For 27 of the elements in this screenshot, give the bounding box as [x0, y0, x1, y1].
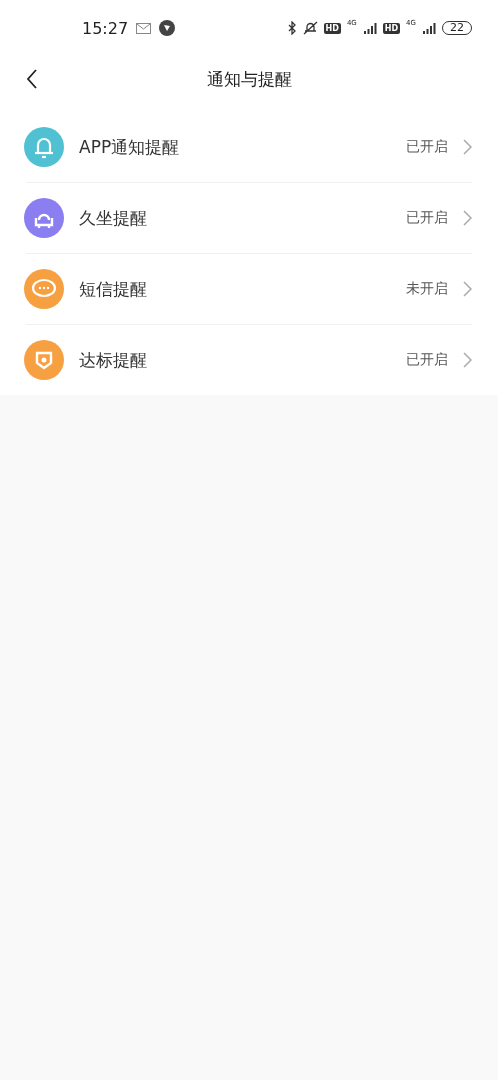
hd-indicator: HD	[323, 22, 341, 34]
row-label: 久坐提醒	[79, 206, 147, 230]
row-status: 已开启	[406, 138, 448, 156]
hd-indicator: HD	[382, 22, 401, 34]
chevron-icon	[463, 210, 472, 226]
app-icon	[159, 20, 176, 36]
row-label: APP通知提醒	[79, 135, 180, 159]
bluetooth-icon	[287, 21, 297, 35]
settings-row[interactable]: APP通知提醒 已开启	[0, 112, 498, 182]
signal-icon	[362, 22, 377, 34]
row-status: 已开启	[406, 209, 448, 227]
signal-icon	[422, 22, 436, 34]
page-title: 通知与提醒	[206, 67, 292, 91]
row-label: 达标提醒	[79, 348, 147, 372]
mail-icon	[136, 22, 152, 34]
back-button[interactable]	[26, 69, 38, 89]
settings-row[interactable]: 久坐提醒 已开启	[0, 183, 498, 253]
chevron-icon	[463, 139, 472, 155]
chevron-icon	[463, 281, 472, 297]
settings-row[interactable]: 短信提醒 未开启	[0, 254, 498, 324]
row-label: 短信提醒	[79, 277, 147, 301]
clock-time: 15:27	[82, 18, 129, 38]
row-status: 已开启	[406, 351, 448, 369]
muted-bell-icon	[302, 21, 318, 35]
settings-row[interactable]: 达标提醒 已开启	[0, 325, 498, 395]
chevron-icon	[463, 352, 472, 368]
row-status: 未开启	[406, 280, 448, 298]
